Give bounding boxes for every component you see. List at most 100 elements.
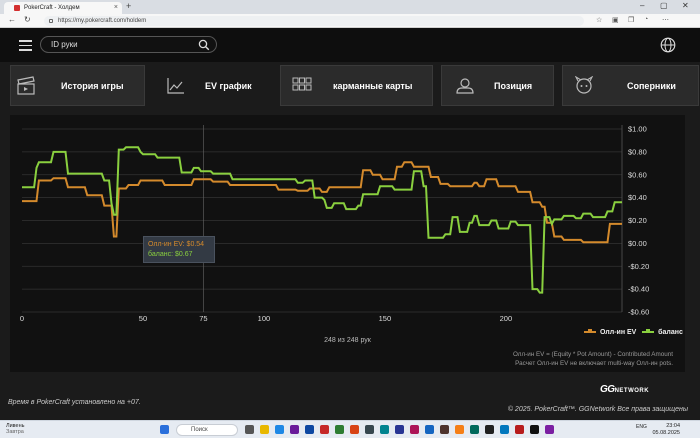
x-tick-label: 75 bbox=[199, 314, 207, 323]
app-icon[interactable] bbox=[350, 425, 359, 434]
y-tick-label: $0.60 bbox=[628, 170, 647, 179]
tab-ev-chart[interactable]: EV график bbox=[154, 65, 271, 111]
y-tick-label: $1.00 bbox=[628, 125, 647, 134]
tab-label: карманные карты bbox=[333, 81, 413, 91]
tab-label: EV график bbox=[205, 81, 252, 91]
minimize-icon[interactable]: – bbox=[640, 1, 644, 10]
app-icon[interactable] bbox=[365, 425, 374, 434]
tab-label: История игры bbox=[61, 81, 124, 91]
address-bar: ← ↻ https://my.pokercraft.com/holdem ☆ ▣… bbox=[0, 14, 700, 28]
edge-browser-icon[interactable] bbox=[275, 425, 284, 434]
legend-ev-label[interactable]: Олл-ин EV bbox=[600, 329, 636, 336]
legend-balance-swatch-icon bbox=[642, 329, 655, 334]
lock-icon bbox=[49, 19, 53, 23]
app-icon[interactable] bbox=[440, 425, 449, 434]
tab-game-history[interactable]: История игры bbox=[10, 65, 145, 106]
copyright: © 2025. PokerCraft™. GGNetwork Все права… bbox=[507, 406, 688, 413]
clock-date: 05.08.2025 bbox=[652, 429, 680, 436]
y-tick-label: $0.80 bbox=[628, 147, 647, 156]
collections-icon[interactable]: ❐ bbox=[628, 16, 634, 24]
url-text: https://my.pokercraft.com/holdem bbox=[58, 18, 147, 24]
x-tick-label: 50 bbox=[139, 314, 147, 323]
back-icon[interactable]: ← bbox=[8, 15, 16, 24]
app-icon[interactable] bbox=[515, 425, 524, 434]
taskbar-search[interactable]: Поиск bbox=[176, 424, 238, 436]
tab-opponents[interactable]: Соперники bbox=[562, 65, 699, 106]
x-tick-label: 200 bbox=[500, 314, 513, 323]
legend-ev-swatch-icon bbox=[584, 329, 596, 334]
language-indicator[interactable]: ENG bbox=[636, 424, 647, 430]
language-globe-icon[interactable] bbox=[660, 37, 676, 53]
chrome-icon[interactable] bbox=[335, 425, 344, 434]
hamburger-menu-icon[interactable] bbox=[19, 40, 32, 51]
weather-widget[interactable]: Ливень Завтра bbox=[6, 423, 25, 435]
chart-legend: Олл-ин EV баланс bbox=[584, 329, 683, 336]
timezone-note: Время в PokerCraft установлено на +07. bbox=[8, 399, 141, 406]
favorites-icon[interactable]: ☆ bbox=[596, 16, 602, 24]
logo-sub: NETWORK bbox=[614, 388, 650, 394]
app-icon[interactable] bbox=[485, 425, 494, 434]
ev-formula-line: Олл-ин EV = (Equity * Pot Amount) - Cont… bbox=[512, 351, 673, 358]
tab-close-icon[interactable]: × bbox=[114, 2, 118, 14]
app-icon[interactable] bbox=[410, 425, 419, 434]
legend-balance-label[interactable]: баланс bbox=[658, 329, 683, 336]
window-close-icon[interactable]: ✕ bbox=[682, 1, 689, 10]
app-icon[interactable] bbox=[500, 425, 509, 434]
tab-position[interactable]: Позиция bbox=[441, 65, 554, 106]
tooltip-ev-value: Олл-ин EV: $0.54 bbox=[148, 241, 205, 248]
x-tick-label: 100 bbox=[258, 314, 271, 323]
position-icon bbox=[456, 78, 474, 94]
app-icon[interactable] bbox=[290, 425, 299, 434]
ev-formula-note: Олл-ин EV = (Equity * Pot Amount) - Cont… bbox=[513, 350, 673, 368]
grid-icon bbox=[292, 77, 312, 91]
app-icon[interactable] bbox=[380, 425, 389, 434]
app-icon[interactable] bbox=[395, 425, 404, 434]
app-icon[interactable] bbox=[530, 425, 539, 434]
site-header bbox=[0, 28, 700, 62]
app-icon[interactable] bbox=[320, 425, 329, 434]
extensions-icon[interactable]: ▣ bbox=[612, 16, 619, 24]
section-tabs: История игры EV график карманные карты П… bbox=[0, 65, 700, 111]
browser-tab-bar: PokerCraft - Холдем × + – ▢ ✕ bbox=[0, 0, 700, 14]
weather-subtext: Завтра bbox=[6, 429, 24, 435]
app-icon[interactable] bbox=[425, 425, 434, 434]
file-explorer-icon[interactable] bbox=[260, 425, 269, 434]
app-icon[interactable] bbox=[470, 425, 479, 434]
pokercraft-favicon-icon bbox=[14, 5, 20, 11]
tab-label: Соперники bbox=[627, 81, 676, 91]
tooltip-balance-value: баланс: $0.67 bbox=[148, 251, 193, 258]
y-tick-label: $0.00 bbox=[628, 239, 647, 248]
maximize-icon[interactable]: ▢ bbox=[660, 1, 668, 10]
clapperboard-icon bbox=[17, 76, 35, 95]
app-icon[interactable] bbox=[455, 425, 464, 434]
os-taskbar: Ливень Завтра Поиск ENG 23:04 05.08.2025 bbox=[0, 420, 700, 438]
y-tick-label: $0.20 bbox=[628, 216, 647, 225]
ggnetwork-logo: GGNETWORK bbox=[600, 384, 649, 395]
y-tick-label: -$0.60 bbox=[628, 308, 649, 317]
search-icon[interactable] bbox=[198, 39, 210, 51]
browser-tab[interactable]: PokerCraft - Холдем × bbox=[4, 2, 122, 14]
page: История игры EV график карманные карты bbox=[0, 28, 700, 420]
app-icon[interactable] bbox=[545, 425, 554, 434]
new-tab-button[interactable]: + bbox=[126, 1, 131, 11]
y-tick-label: $0.40 bbox=[628, 193, 647, 202]
line-chart-icon bbox=[167, 78, 184, 94]
taskbar-clock[interactable]: 23:04 05.08.2025 bbox=[652, 423, 680, 436]
hand-id-search-input[interactable] bbox=[51, 39, 191, 50]
browser-menu-icon[interactable]: ⋯ bbox=[662, 16, 669, 24]
y-tick-label: -$0.20 bbox=[628, 262, 649, 271]
start-menu-icon[interactable] bbox=[160, 425, 169, 434]
tab-label: Позиция bbox=[494, 81, 533, 91]
logo-main: GG bbox=[600, 384, 615, 395]
reload-icon[interactable]: ↻ bbox=[24, 15, 31, 24]
task-view-icon[interactable] bbox=[245, 425, 254, 434]
ev-multiway-line: Расчет Олл-ин EV не включает multi-way О… bbox=[515, 360, 673, 367]
ev-chart-panel: $1.00 $0.80 $0.60 $0.40 $0.20 $0.00 -$0.20 -$0.… bbox=[10, 115, 685, 372]
x-tick-label: 0 bbox=[20, 314, 24, 323]
chart-tooltip: Олл-ин EV: $0.54 баланс: $0.67 bbox=[143, 236, 215, 263]
url-field[interactable]: https://my.pokercraft.com/holdem bbox=[44, 16, 584, 26]
profile-icon[interactable]: ◔ bbox=[644, 16, 648, 23]
hands-count: 248 из 248 рук bbox=[324, 337, 371, 344]
tab-hole-cards[interactable]: карманные карты bbox=[280, 65, 433, 106]
app-icon[interactable] bbox=[305, 425, 314, 434]
